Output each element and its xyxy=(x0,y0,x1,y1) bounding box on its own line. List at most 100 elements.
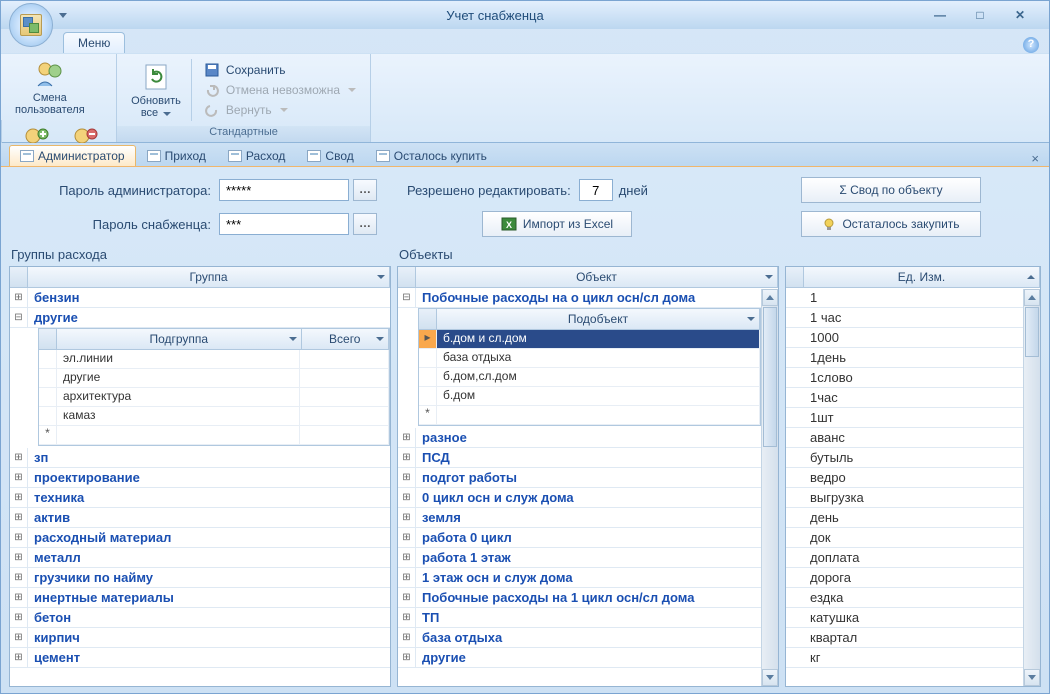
chevron-up-icon[interactable] xyxy=(1027,275,1035,279)
remain-to-buy-button[interactable]: Остаталось закупить xyxy=(801,211,981,237)
expand-icon[interactable]: ⊞ xyxy=(10,528,28,547)
object-row[interactable]: ⊟Побочные расходы на о цикл осн/сл дома xyxy=(398,288,761,308)
group-cell[interactable]: проектирование xyxy=(28,469,390,486)
allow-edit-days-input[interactable] xyxy=(579,179,613,201)
object-cell[interactable]: ПСД xyxy=(416,449,761,466)
unit-row[interactable]: 1000 xyxy=(786,328,1023,348)
office-orb-button[interactable] xyxy=(9,3,53,47)
object-cell[interactable]: подгот работы xyxy=(416,469,761,486)
unit-row[interactable]: выгрузка xyxy=(786,488,1023,508)
object-row[interactable]: ⊞работа 1 этаж xyxy=(398,548,761,568)
group-row[interactable]: ⊞бетон xyxy=(10,608,390,628)
expand-icon[interactable]: ⊞ xyxy=(398,448,416,467)
admin-password-input[interactable] xyxy=(219,179,349,201)
scroll-down-button[interactable] xyxy=(1024,669,1040,686)
object-row[interactable]: ⊞0 цикл осн и служ дома xyxy=(398,488,761,508)
scroll-up-button[interactable] xyxy=(1024,289,1040,306)
subobject-row[interactable]: база отдыха xyxy=(419,349,760,368)
subgroup-row[interactable]: камаз xyxy=(39,407,389,426)
change-user-button[interactable]: Смена пользователя xyxy=(9,56,91,118)
units-column-header[interactable]: Ед. Изм. xyxy=(804,267,1040,287)
expand-icon[interactable]: ⊞ xyxy=(398,488,416,507)
vertical-scrollbar[interactable] xyxy=(761,289,778,686)
group-row[interactable]: ⊞зп xyxy=(10,448,390,468)
expand-icon[interactable]: ⊞ xyxy=(398,528,416,547)
expand-icon[interactable]: ⊞ xyxy=(10,588,28,607)
refresh-all-button[interactable]: Обновить все xyxy=(125,59,192,121)
object-cell[interactable]: ТП xyxy=(416,609,761,626)
object-row[interactable]: ⊞разное xyxy=(398,428,761,448)
unit-row[interactable]: 1 час xyxy=(786,308,1023,328)
object-row[interactable]: ⊞подгот работы xyxy=(398,468,761,488)
unit-cell[interactable]: дорога xyxy=(804,569,1023,586)
object-row[interactable]: ⊞Побочные расходы на 1 цикл осн/сл дома xyxy=(398,588,761,608)
group-cell[interactable]: техника xyxy=(28,489,390,506)
groups-column-header[interactable]: Группа xyxy=(28,267,390,287)
grid-corner[interactable] xyxy=(786,267,804,287)
unit-row[interactable]: квартал xyxy=(786,628,1023,648)
unit-cell[interactable]: 1день xyxy=(804,349,1023,366)
help-icon[interactable]: ? xyxy=(1023,37,1039,53)
maximize-button[interactable]: □ xyxy=(963,8,997,22)
object-cell[interactable]: разное xyxy=(416,429,761,446)
group-row[interactable]: ⊞проектирование xyxy=(10,468,390,488)
unit-row[interactable]: 1час xyxy=(786,388,1023,408)
unit-cell[interactable]: 1 xyxy=(804,289,1023,306)
group-row[interactable]: ⊞бензин xyxy=(10,288,390,308)
summary-by-object-button[interactable]: Σ Свод по объекту xyxy=(801,177,981,203)
group-row[interactable]: ⊞кирпич xyxy=(10,628,390,648)
subobject-row[interactable]: б.дом xyxy=(419,387,760,406)
unit-cell[interactable]: кг xyxy=(804,649,1023,666)
doctab-Осталось купить[interactable]: Осталось купить xyxy=(365,145,498,166)
group-row[interactable]: ⊞инертные материалы xyxy=(10,588,390,608)
unit-cell[interactable]: катушка xyxy=(804,609,1023,626)
admin-password-browse-button[interactable]: … xyxy=(353,179,377,201)
new-row[interactable]: * xyxy=(39,426,389,445)
expand-icon[interactable]: ⊞ xyxy=(398,548,416,567)
save-button[interactable]: Сохранить xyxy=(198,60,362,80)
unit-cell[interactable]: бутыль xyxy=(804,449,1023,466)
group-row[interactable]: ⊞техника xyxy=(10,488,390,508)
expand-icon[interactable]: ⊞ xyxy=(10,568,28,587)
expand-icon[interactable]: ⊞ xyxy=(398,508,416,527)
group-cell[interactable]: металл xyxy=(28,549,390,566)
group-row[interactable]: ⊞металл xyxy=(10,548,390,568)
object-cell[interactable]: Побочные расходы на о цикл осн/сл дома xyxy=(416,289,761,306)
unit-row[interactable]: 1день xyxy=(786,348,1023,368)
group-cell[interactable]: актив xyxy=(28,509,390,526)
group-cell[interactable]: другие xyxy=(28,309,390,326)
expand-icon[interactable]: ⊞ xyxy=(398,648,416,667)
expand-icon[interactable]: ⊞ xyxy=(10,628,28,647)
unit-cell[interactable]: выгрузка xyxy=(804,489,1023,506)
object-cell[interactable]: 1 этаж осн и служ дома xyxy=(416,569,761,586)
chevron-down-icon[interactable] xyxy=(377,275,385,279)
group-cell[interactable]: бетон xyxy=(28,609,390,626)
unit-row[interactable]: ездка xyxy=(786,588,1023,608)
object-cell[interactable]: земля xyxy=(416,509,761,526)
group-cell[interactable]: бензин xyxy=(28,289,390,306)
unit-row[interactable]: док xyxy=(786,528,1023,548)
unit-cell[interactable]: ездка xyxy=(804,589,1023,606)
unit-row[interactable]: дорога xyxy=(786,568,1023,588)
expand-icon[interactable]: ⊟ xyxy=(10,308,28,327)
expand-icon[interactable]: ⊞ xyxy=(398,628,416,647)
object-cell[interactable]: Побочные расходы на 1 цикл осн/сл дома xyxy=(416,589,761,606)
object-row[interactable]: ⊞другие xyxy=(398,648,761,668)
new-row[interactable]: * xyxy=(419,406,760,425)
subobject-row[interactable]: ▸б.дом и сл.дом xyxy=(419,330,760,349)
subobject-row[interactable]: б.дом,сл.дом xyxy=(419,368,760,387)
object-row[interactable]: ⊞работа 0 цикл xyxy=(398,528,761,548)
supplier-password-input[interactable] xyxy=(219,213,349,235)
unit-cell[interactable]: док xyxy=(804,529,1023,546)
expand-icon[interactable]: ⊞ xyxy=(10,508,28,527)
group-row[interactable]: ⊟другие xyxy=(10,308,390,328)
expand-icon[interactable]: ⊞ xyxy=(10,648,28,667)
subgroup-row[interactable]: другие xyxy=(39,369,389,388)
unit-row[interactable]: ведро xyxy=(786,468,1023,488)
object-cell[interactable]: база отдыха xyxy=(416,629,761,646)
object-row[interactable]: ⊞1 этаж осн и служ дома xyxy=(398,568,761,588)
unit-row[interactable]: 1шт xyxy=(786,408,1023,428)
expand-icon[interactable]: ⊞ xyxy=(10,488,28,507)
qat-dropdown-icon[interactable] xyxy=(59,13,67,18)
doctab-Расход[interactable]: Расход xyxy=(217,145,297,166)
